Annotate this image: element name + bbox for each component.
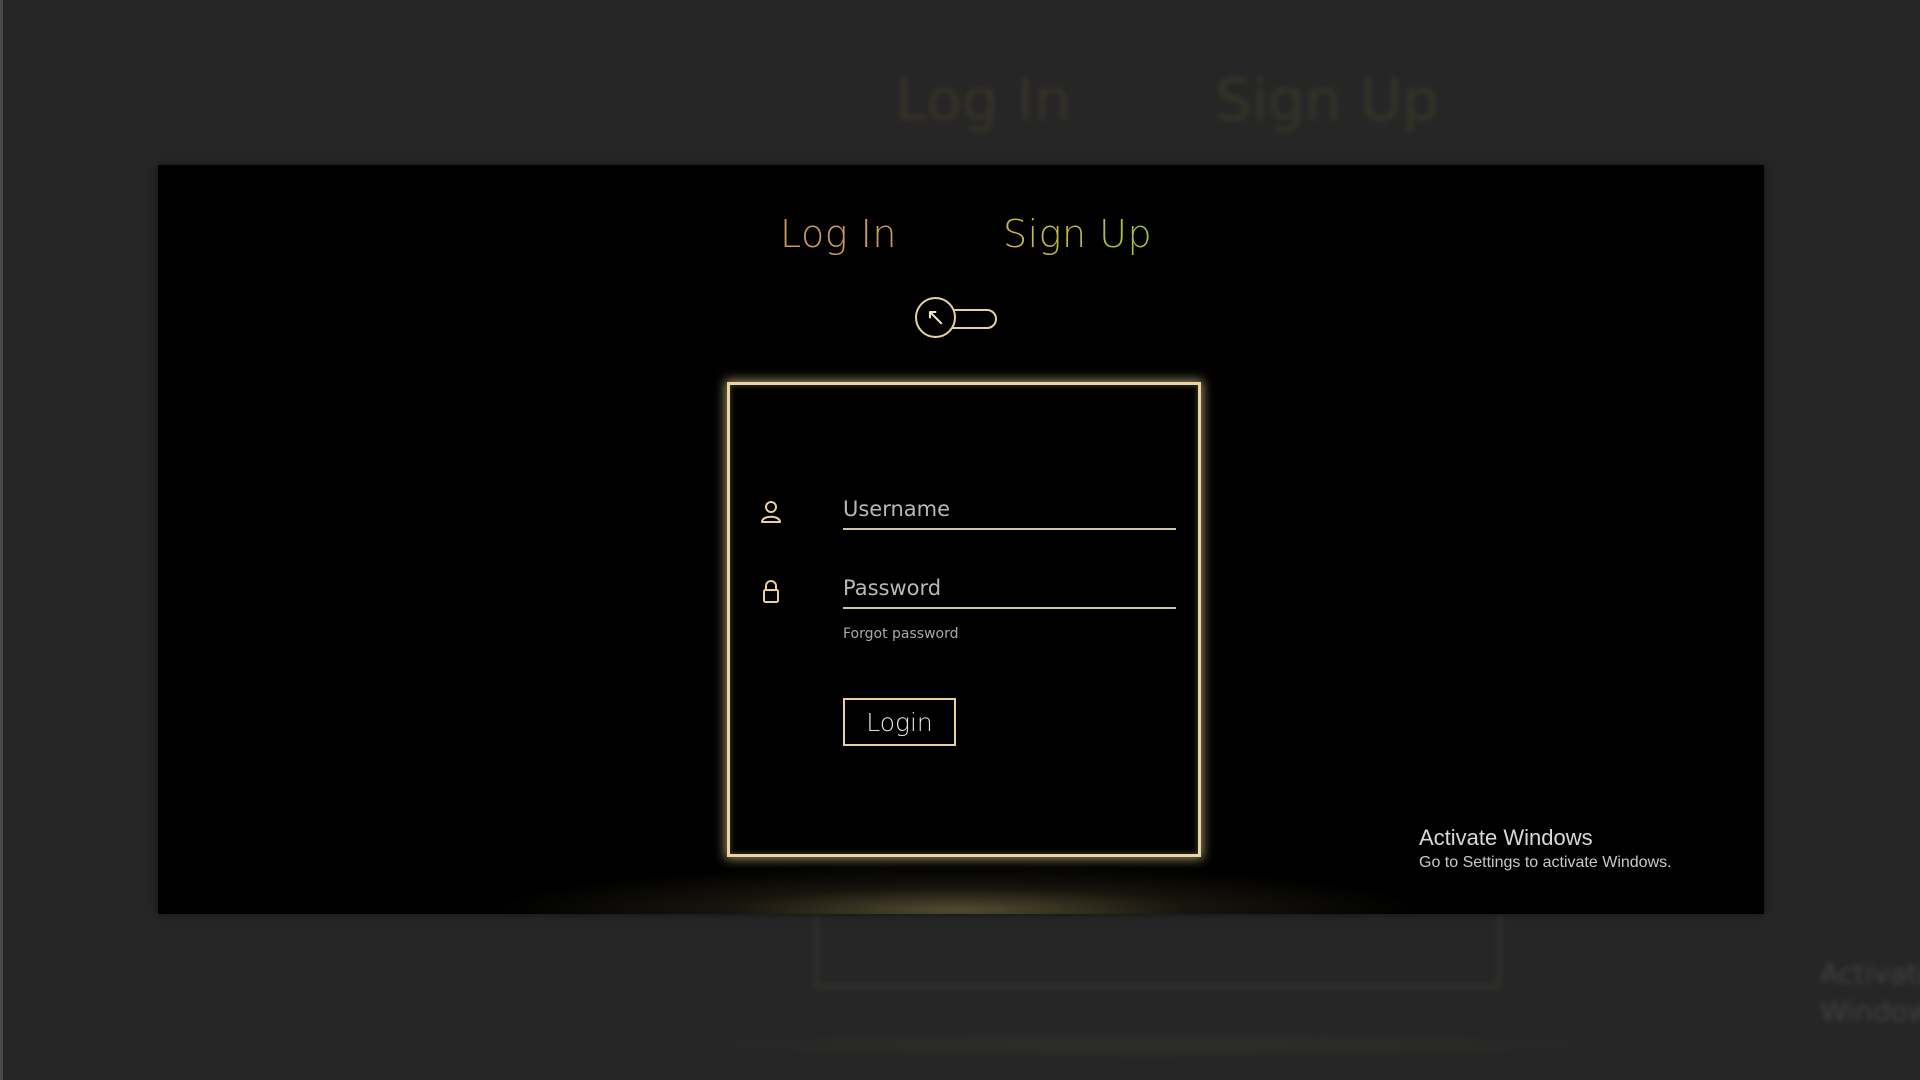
auth-mode-toggle[interactable]: ↖ bbox=[913, 295, 999, 339]
toggle-knob[interactable]: ↖ bbox=[915, 297, 956, 338]
username-field[interactable] bbox=[843, 490, 1176, 530]
password-field[interactable] bbox=[843, 569, 1176, 609]
arrow-up-left-icon: ↖ bbox=[925, 303, 946, 331]
password-row bbox=[758, 569, 1176, 619]
user-icon bbox=[758, 498, 784, 528]
forgot-password-link[interactable]: Forgot password bbox=[843, 626, 959, 642]
activate-windows-watermark: Activate Windows Go to Settings to activ… bbox=[1419, 825, 1672, 875]
background-card-outline bbox=[815, 905, 1501, 988]
main-panel: Log In Sign Up ↖ Username Forgot passwor… bbox=[158, 165, 1764, 914]
activate-windows-subtitle: Go to Settings to activate Windows. bbox=[1419, 854, 1672, 871]
username-row bbox=[758, 490, 1176, 540]
background-signup-title: Sign Up bbox=[1215, 66, 1440, 134]
tab-login[interactable]: Log In bbox=[780, 212, 897, 256]
login-button[interactable]: Login bbox=[843, 698, 956, 746]
background-login-title: Log In bbox=[895, 66, 1071, 134]
auth-tabs: Log In Sign Up bbox=[158, 165, 1764, 265]
floor-glow bbox=[488, 865, 1428, 914]
background-watermark-title: Activate Windows bbox=[1820, 957, 1920, 1028]
background-watermark: Activate Windows bbox=[1820, 955, 1920, 1031]
lock-icon bbox=[758, 577, 784, 607]
background-glow bbox=[650, 1030, 1650, 1060]
activate-windows-title: Activate Windows bbox=[1419, 825, 1593, 850]
tab-signup[interactable]: Sign Up bbox=[1003, 212, 1152, 256]
login-card: Forgot password Login bbox=[727, 382, 1201, 857]
